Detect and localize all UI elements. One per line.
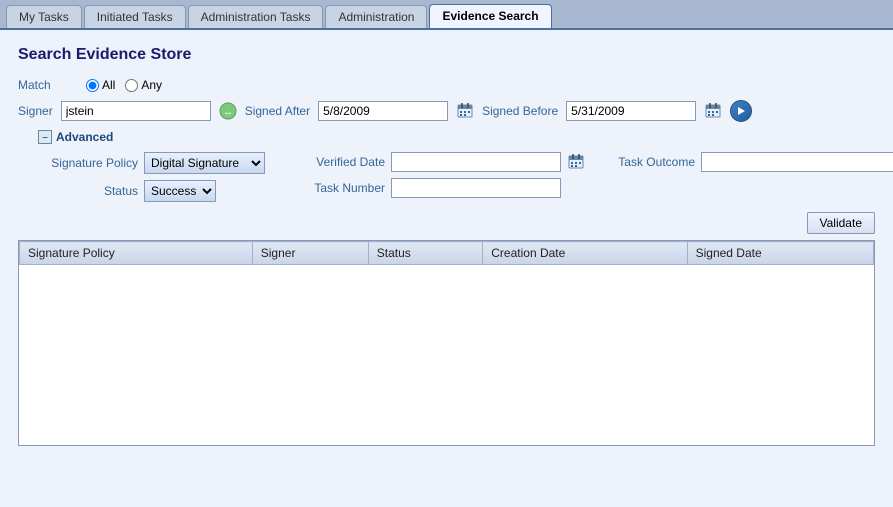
adv-col-2: Verified Date bbox=[295, 152, 585, 198]
results-table: Signature Policy Signer Status Creation … bbox=[19, 241, 874, 445]
col-creation-date: Creation Date bbox=[483, 242, 687, 265]
match-any-label: Any bbox=[141, 78, 162, 92]
adv-col-1: Signature Policy Digital Signature Manua… bbox=[38, 152, 265, 202]
verified-date-calendar-icon[interactable] bbox=[567, 153, 585, 171]
advanced-label: Advanced bbox=[56, 130, 113, 144]
signer-icon: ↔ bbox=[219, 102, 237, 120]
svg-text:↔: ↔ bbox=[223, 107, 233, 118]
col-status: Status bbox=[368, 242, 483, 265]
col-signer: Signer bbox=[252, 242, 368, 265]
task-number-label: Task Number bbox=[295, 181, 385, 195]
table-body bbox=[20, 265, 874, 445]
col-signature-policy: Signature Policy bbox=[20, 242, 253, 265]
match-label: Match bbox=[18, 78, 78, 92]
tab-evidence-search[interactable]: Evidence Search bbox=[429, 4, 551, 28]
tab-administration[interactable]: Administration bbox=[325, 5, 427, 28]
match-any-option[interactable]: Any bbox=[125, 78, 162, 92]
tab-administration-tasks[interactable]: Administration Tasks bbox=[188, 5, 324, 28]
signed-after-calendar-icon[interactable] bbox=[456, 102, 474, 120]
status-label: Status bbox=[38, 184, 138, 198]
task-number-input[interactable] bbox=[391, 178, 561, 198]
signature-policy-select[interactable]: Digital Signature Manual Signature None bbox=[144, 152, 265, 174]
match-radio-group: All Any bbox=[86, 78, 162, 92]
signature-policy-label: Signature Policy bbox=[38, 156, 138, 170]
status-row: Status Success Failure Pending bbox=[38, 180, 265, 202]
match-any-radio[interactable] bbox=[125, 79, 138, 92]
signer-row: Signer ↔ Signed After Signed bbox=[18, 100, 875, 122]
tab-my-tasks[interactable]: My Tasks bbox=[6, 5, 82, 28]
signature-policy-row: Signature Policy Digital Signature Manua… bbox=[38, 152, 265, 174]
verified-date-label: Verified Date bbox=[295, 155, 385, 169]
task-outcome-row: Task Outcome bbox=[615, 152, 893, 172]
signed-after-input[interactable] bbox=[318, 101, 448, 121]
tab-bar: My Tasks Initiated Tasks Administration … bbox=[0, 0, 893, 30]
signed-after-label: Signed After bbox=[245, 104, 310, 118]
signed-before-label: Signed Before bbox=[482, 104, 558, 118]
tab-initiated-tasks[interactable]: Initiated Tasks bbox=[84, 5, 186, 28]
match-all-radio[interactable] bbox=[86, 79, 99, 92]
advanced-fields: Signature Policy Digital Signature Manua… bbox=[38, 152, 875, 202]
collapse-icon[interactable]: – bbox=[38, 130, 52, 144]
verified-date-row: Verified Date bbox=[295, 152, 585, 172]
page-title: Search Evidence Store bbox=[18, 46, 875, 64]
signer-input[interactable] bbox=[61, 101, 211, 121]
match-row: Match All Any bbox=[18, 78, 875, 92]
signer-label: Signer bbox=[18, 104, 53, 118]
task-outcome-input[interactable] bbox=[701, 152, 893, 172]
results-area: Validate Signature Policy Signer Status … bbox=[18, 212, 875, 446]
advanced-toggle[interactable]: – Advanced bbox=[38, 130, 875, 144]
results-container: Signature Policy Signer Status Creation … bbox=[18, 240, 875, 446]
match-all-label: All bbox=[102, 78, 115, 92]
signed-before-calendar-icon[interactable] bbox=[704, 102, 722, 120]
search-button[interactable] bbox=[730, 100, 752, 122]
task-outcome-label: Task Outcome bbox=[615, 155, 695, 169]
validate-button[interactable]: Validate bbox=[807, 212, 875, 234]
signed-before-input[interactable] bbox=[566, 101, 696, 121]
verified-date-input[interactable] bbox=[391, 152, 561, 172]
adv-col-3: Task Outcome bbox=[615, 152, 893, 172]
col-signed-date: Signed Date bbox=[687, 242, 873, 265]
main-content: Search Evidence Store Match All Any Sign… bbox=[0, 30, 893, 507]
advanced-section: – Advanced Signature Policy Digital Sign… bbox=[38, 130, 875, 202]
table-header-row: Signature Policy Signer Status Creation … bbox=[20, 242, 874, 265]
match-all-option[interactable]: All bbox=[86, 78, 115, 92]
status-select[interactable]: Success Failure Pending bbox=[144, 180, 216, 202]
empty-row bbox=[20, 265, 874, 445]
task-number-row: Task Number bbox=[295, 178, 585, 198]
